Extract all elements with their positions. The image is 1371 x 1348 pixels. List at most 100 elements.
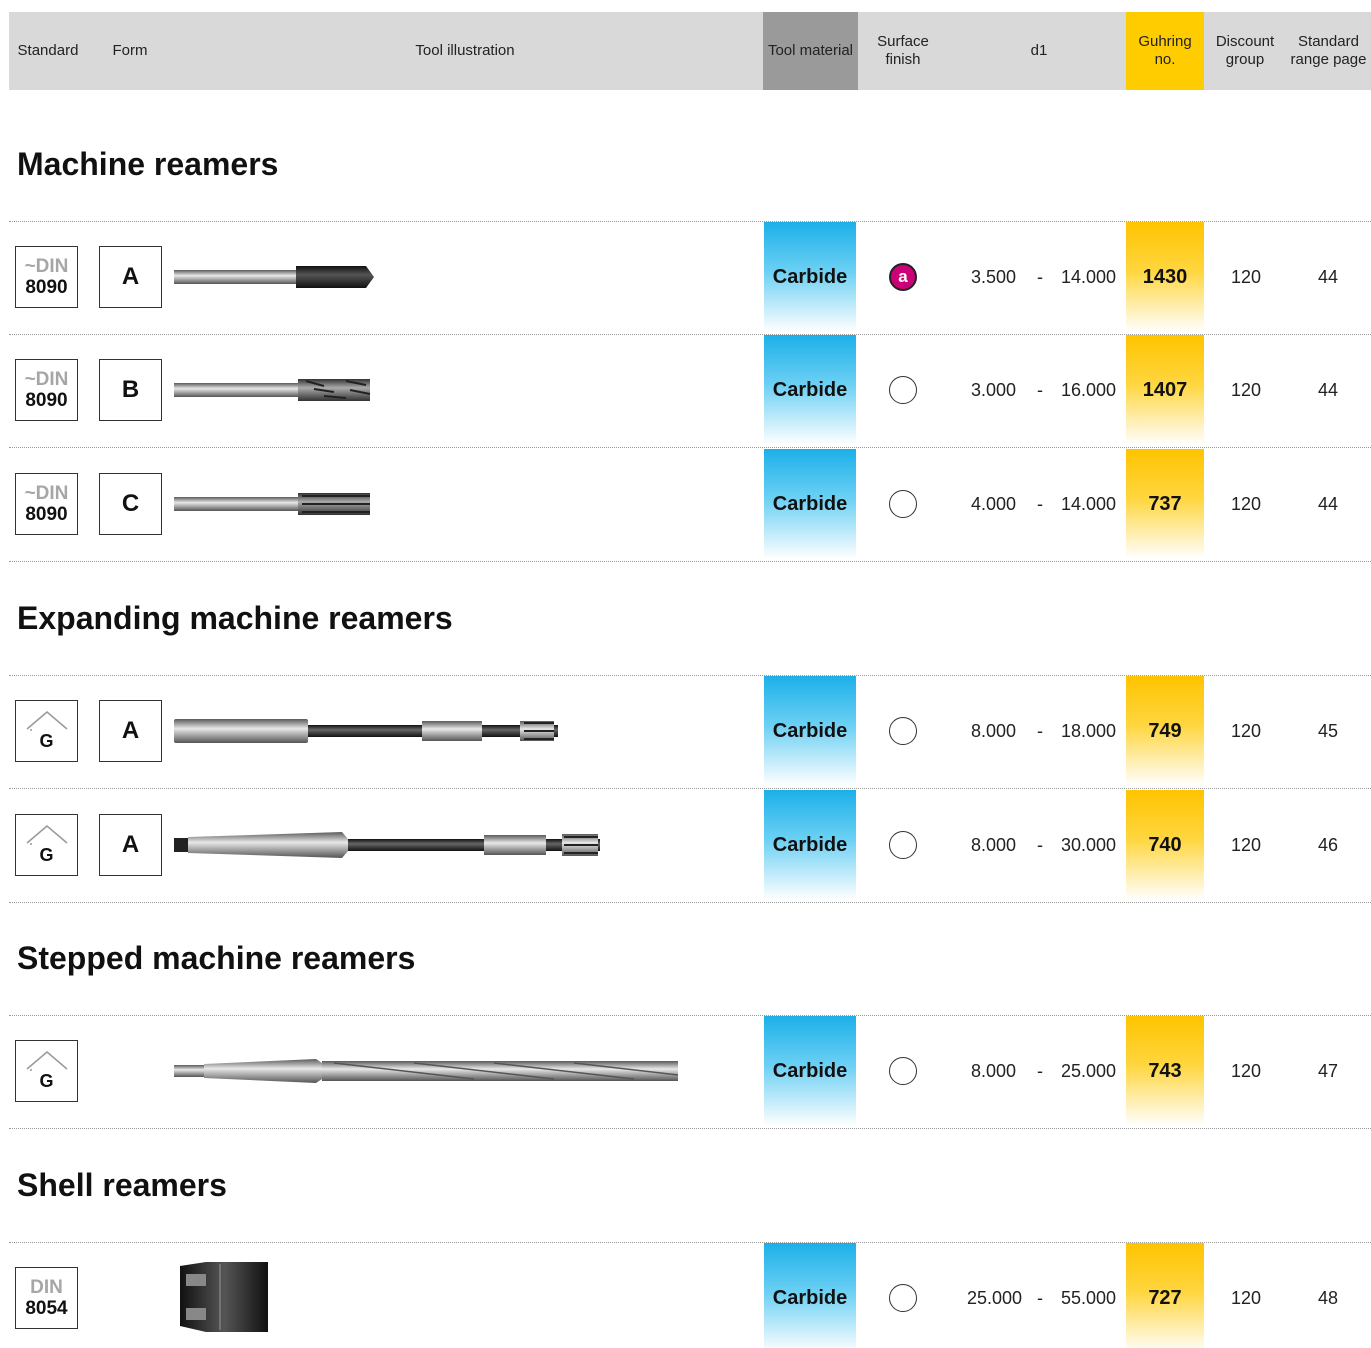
guhring-no-link[interactable]: 740	[1126, 790, 1204, 900]
shell-reamer-illustration	[180, 1262, 268, 1332]
table-row[interactable]: ~DIN 8090 B Carbide 3.000 - 16.000 1407 1…	[0, 335, 1371, 445]
tool-material-label: Carbide	[772, 833, 848, 856]
section-title-shell-reamers: Shell reamers	[17, 1167, 227, 1203]
table-row[interactable]: G Carbide 8.000 - 25.000 743 120 47	[0, 1016, 1371, 1126]
surface-finish-circle-icon: a	[889, 263, 917, 291]
standard-din-badge: ~DIN 8090	[15, 246, 78, 308]
table-row[interactable]: G A Carbide 8.000 - 30.000 740 120 46	[0, 790, 1371, 900]
standard-din-badge: DIN 8054	[15, 1267, 78, 1329]
standard-bottom-label: 8090	[25, 277, 68, 298]
guhring-no-link[interactable]: 1430	[1126, 222, 1204, 332]
range-page-link[interactable]: 45	[1288, 676, 1368, 786]
guhring-no-link[interactable]: 1407	[1126, 335, 1204, 445]
header-tool-illustration: Tool illustration	[169, 12, 761, 90]
guhring-house-icon	[26, 711, 68, 731]
d1-from: 8.000	[970, 1060, 1016, 1081]
discount-group: 120	[1230, 1060, 1262, 1081]
header-discount-line2: group	[1225, 51, 1265, 68]
discount-group: 120	[1230, 493, 1262, 514]
header-standard: Standard	[9, 12, 87, 90]
surface-finish-circle-icon	[889, 1057, 917, 1085]
range-page-link[interactable]: 44	[1288, 335, 1368, 445]
surface-finish-circle-icon	[889, 376, 917, 404]
header-surface-line1: Surface	[877, 33, 929, 50]
tool-material-label: Carbide	[772, 492, 848, 515]
range-page-link[interactable]: 44	[1288, 449, 1368, 559]
discount-group: 120	[1230, 834, 1262, 855]
guhring-no-link[interactable]: 737	[1126, 449, 1204, 559]
guhring-no-link[interactable]: 749	[1126, 676, 1204, 786]
header-tool-material: Tool material	[763, 12, 858, 90]
header-range-line1: Standard	[1298, 33, 1359, 50]
d1-dash: -	[1037, 1287, 1043, 1308]
d1-from: 8.000	[970, 720, 1016, 741]
d1-from: 3.000	[970, 379, 1016, 400]
standard-bottom-label: 8090	[25, 504, 68, 525]
header-tool-illustration-label: Tool illustration	[415, 42, 515, 59]
table-row[interactable]: ~DIN 8090 A Carbide a 3.500 - 14.000 1430…	[0, 222, 1371, 332]
header-guhring-line1: Guhring	[1138, 33, 1192, 50]
d1-dash: -	[1037, 493, 1043, 514]
guhring-no-link[interactable]: 743	[1126, 1016, 1204, 1126]
standard-bottom-label: 8054	[25, 1298, 68, 1319]
surface-finish-circle-icon	[889, 490, 917, 518]
section-title-expanding-machine-reamers: Expanding machine reamers	[17, 600, 453, 636]
guhring-standard-badge: G	[15, 1040, 78, 1102]
table-row[interactable]: DIN 8054 Carbide 25.000 - 55.000 727 120 …	[0, 1243, 1371, 1348]
header-form: Form	[99, 12, 161, 90]
d1-to: 14.000	[1060, 266, 1116, 287]
separator	[9, 447, 1371, 448]
range-page-link[interactable]: 46	[1288, 790, 1368, 900]
d1-to: 55.000	[1060, 1287, 1116, 1308]
guhring-house-icon	[26, 1051, 68, 1071]
separator	[9, 902, 1371, 903]
range-page-link[interactable]: 47	[1288, 1016, 1368, 1126]
standard-top-label: ~DIN	[24, 256, 69, 277]
surface-finish-circle-icon	[889, 717, 917, 745]
standard-top-label: ~DIN	[24, 369, 69, 390]
header-d1-label: d1	[1030, 42, 1048, 59]
d1-to: 30.000	[1060, 834, 1116, 855]
standard-top-label: ~DIN	[24, 483, 69, 504]
separator	[9, 788, 1371, 789]
d1-from: 25.000	[966, 1287, 1022, 1308]
tool-material-label: Carbide	[772, 265, 848, 288]
d1-dash: -	[1037, 379, 1043, 400]
table-row[interactable]: G A Carbide 8.000 - 18.000 749 120 45	[0, 676, 1371, 786]
tool-material-label: Carbide	[772, 1286, 848, 1309]
tool-material-label: Carbide	[772, 1059, 848, 1082]
form-badge: C	[99, 473, 162, 535]
form-badge: A	[99, 814, 162, 876]
d1-from: 3.500	[970, 266, 1016, 287]
expanding-reamer-taper-shank-illustration	[174, 832, 600, 858]
section-title-stepped-machine-reamers: Stepped machine reamers	[17, 940, 416, 976]
form-badge: B	[99, 359, 162, 421]
range-page-link[interactable]: 44	[1288, 222, 1368, 332]
header-range-line2: range page	[1290, 51, 1367, 68]
discount-group: 120	[1230, 720, 1262, 741]
header-surface-line2: finish	[885, 51, 921, 68]
d1-dash: -	[1037, 720, 1043, 741]
guhring-no-link[interactable]: 727	[1126, 1243, 1204, 1348]
separator	[9, 1128, 1371, 1129]
d1-to: 25.000	[1060, 1060, 1116, 1081]
reamer-form-c-illustration	[174, 493, 370, 515]
d1-dash: -	[1037, 1060, 1043, 1081]
header-discount-line1: Discount	[1215, 33, 1275, 50]
range-page-link[interactable]: 48	[1288, 1243, 1368, 1348]
d1-dash: -	[1037, 834, 1043, 855]
header-guhring-line2: no.	[1154, 51, 1176, 68]
guhring-standard-label: G	[39, 845, 54, 865]
discount-group: 120	[1230, 266, 1262, 287]
d1-to: 16.000	[1060, 379, 1116, 400]
standard-din-badge: ~DIN 8090	[15, 473, 78, 535]
d1-to: 14.000	[1060, 493, 1116, 514]
reamer-form-a-illustration	[174, 266, 374, 288]
table-row[interactable]: ~DIN 8090 C Carbide 4.000 - 14.000 737 12…	[0, 449, 1371, 559]
section-title-machine-reamers: Machine reamers	[17, 146, 279, 182]
guhring-standard-badge: G	[15, 814, 78, 876]
header-standard-range-page: Standard range page	[1286, 12, 1371, 90]
reamer-form-b-illustration	[174, 379, 371, 401]
d1-dash: -	[1037, 266, 1043, 287]
guhring-standard-label: G	[39, 731, 54, 751]
